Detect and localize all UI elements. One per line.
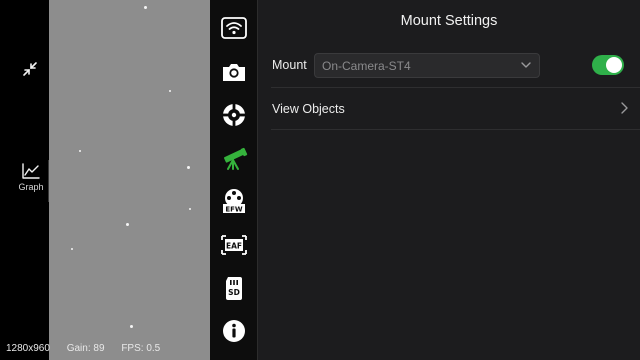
sd-card-icon: SD [226, 277, 242, 300]
guide-button[interactable] [220, 101, 248, 129]
line-graph-icon [22, 163, 40, 179]
guide-crosshair-icon [223, 104, 245, 126]
filter-wheel-icon: EFW [223, 189, 245, 214]
icon-rail: EFW EAF SD [210, 0, 257, 360]
camera-preview[interactable] [49, 0, 210, 360]
graph-button[interactable]: Graph [14, 162, 48, 200]
eaf-button[interactable]: EAF [220, 231, 248, 259]
wifi-icon [221, 17, 247, 39]
star [189, 208, 191, 210]
mount-enable-toggle[interactable] [592, 55, 624, 75]
status-line: 1280x960 Gain: 89 FPS: 0.5 [6, 343, 174, 354]
star [187, 166, 190, 169]
fps-text: FPS: 0.5 [121, 343, 161, 354]
efw-button[interactable]: EFW [220, 187, 248, 215]
svg-text:EAF: EAF [226, 242, 242, 251]
info-button[interactable] [220, 317, 248, 345]
row-divider [271, 129, 640, 130]
page-title: Mount Settings [400, 13, 498, 29]
star [144, 6, 147, 9]
star [130, 325, 133, 328]
sd-card-button[interactable]: SD [220, 274, 248, 302]
gain-text: Gain: 89 [66, 343, 105, 354]
collapse-arrows-icon [23, 62, 37, 76]
star [126, 223, 129, 226]
star [169, 90, 171, 92]
telescope-mount-icon [223, 147, 248, 170]
chevron-right-icon [621, 102, 628, 114]
focuser-icon: EAF [221, 235, 247, 255]
resolution-text: 1280x960 [6, 343, 50, 354]
star [79, 150, 81, 152]
view-objects-row[interactable]: View Objects [258, 88, 640, 129]
view-objects-label: View Objects [272, 102, 345, 116]
svg-text:EFW: EFW [225, 206, 243, 214]
graph-label: Graph [18, 182, 44, 192]
toggle-knob [606, 57, 622, 73]
chevron-down-icon [521, 62, 531, 68]
camera-icon [223, 64, 245, 81]
mount-select-value: On-Camera-ST4 [322, 59, 411, 73]
collapse-view-button[interactable] [19, 58, 41, 80]
star [71, 248, 73, 250]
left-toolbar: Graph [0, 0, 49, 360]
mount-button[interactable] [220, 144, 248, 172]
mount-select[interactable]: On-Camera-ST4 [314, 53, 540, 78]
camera-button[interactable] [220, 58, 248, 86]
info-icon [223, 320, 245, 342]
wifi-button[interactable] [220, 14, 248, 42]
mount-settings-panel: Mount Settings Mount On-Camera-ST4 View … [258, 0, 640, 360]
svg-text:SD: SD [228, 288, 240, 297]
mount-label: Mount [272, 58, 307, 72]
